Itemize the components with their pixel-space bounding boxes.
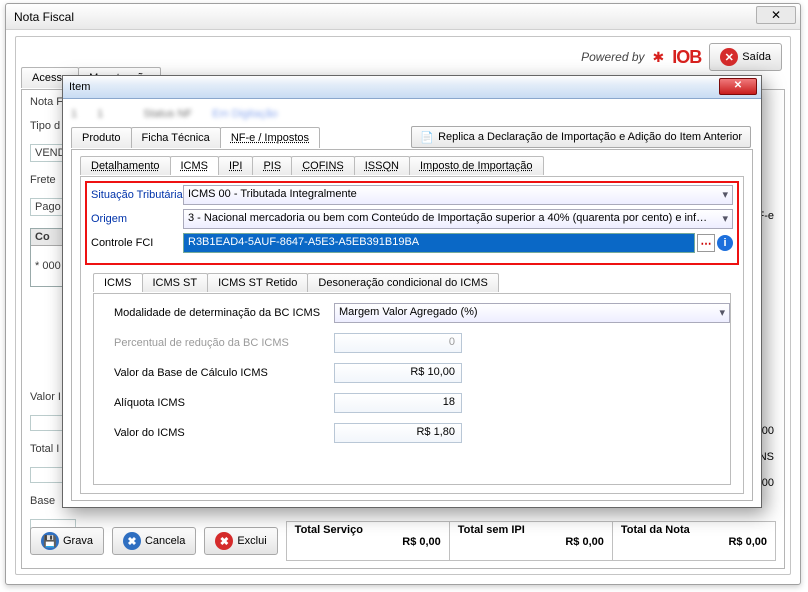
bg-grid-row: 000 [42,260,60,272]
base-calculo-input[interactable]: R$ 10,00 [334,363,462,383]
subtab-cofins[interactable]: COFINS [291,156,355,175]
dialog-titlebar: Item ✕ [63,76,761,99]
subtab-pis[interactable]: PIS [252,156,292,175]
dialog-blurred-header: 1 1 Status NF Em Digitação [71,105,753,123]
brand-logo: IOB [672,47,701,68]
exit-button[interactable]: ✕ Saída [709,43,782,71]
origem-combo[interactable]: 3 - Nacional mercadoria ou bem com Conte… [183,209,733,229]
totals-panel: Total ServiçoR$ 0,00 Total sem IPIR$ 0,0… [286,521,776,561]
cancel-icon: ✖ [123,532,141,550]
tax-subtabs: Detalhamento ICMS IPI PIS COFINS ISSQN I… [80,156,543,175]
base-calculo-label: Valor da Base de Cálculo ICMS [114,367,334,379]
controle-fci-label: Controle FCI [91,237,183,249]
total-semipi-value: R$ 0,00 [458,536,604,548]
origem-label: Origem [91,213,183,225]
controle-fci-input[interactable]: R3B1EAD4-5AUF-8647-A5E3-A5EB391B19BA [183,233,695,253]
dialog-title: Item [69,81,90,93]
innertab-icms-st[interactable]: ICMS ST [142,273,209,292]
window-close-button[interactable]: ✕ [756,6,796,24]
delete-label: Exclui [237,535,266,547]
delete-icon: ✖ [215,532,233,550]
total-servico-label: Total Serviço [295,524,441,536]
total-nota-label: Total da Nota [621,524,767,536]
icms-inner-tabs: ICMS ICMS ST ICMS ST Retido Desoneração … [93,273,498,292]
valor-icms-label: Valor do ICMS [114,427,334,439]
subtab-icms[interactable]: ICMS [170,156,220,175]
window-title: Nota Fiscal [14,10,74,24]
subtab-detalhamento[interactable]: Detalhamento [80,156,171,175]
copy-icon: 📄 [420,131,434,144]
save-button[interactable]: 💾 Grava [30,527,104,555]
replica-label: Replica a Declaração de Importação e Adi… [438,131,742,143]
modalidade-bc-label: Modalidade de determinação da BC ICMS [114,307,334,319]
modalidade-bc-combo[interactable]: Margem Valor Agregado (%) [334,303,730,323]
info-icon[interactable]: i [717,235,733,251]
innertab-icms-st-retido[interactable]: ICMS ST Retido [207,273,308,292]
cancel-button[interactable]: ✖ Cancela [112,527,196,555]
highlighted-frame: Situação Tributária ICMS 00 - Tributada … [85,181,739,265]
perc-reducao-label: Percentual de redução da BC ICMS [114,337,334,349]
item-dialog: Item ✕ 1 1 Status NF Em Digitação Produt… [62,75,762,508]
fci-lookup-button[interactable]: ⋯ [697,234,715,252]
subtab-imposto-importacao[interactable]: Imposto de Importação [409,156,544,175]
perc-reducao-input[interactable]: 0 [334,333,462,353]
situacao-tributaria-label: Situação Tributária [91,189,183,201]
exit-label: Saída [742,51,771,63]
item-tab-body: Detalhamento ICMS IPI PIS COFINS ISSQN I… [71,149,753,501]
total-servico-value: R$ 0,00 [295,536,441,548]
aliquota-label: Alíquota ICMS [114,397,334,409]
total-semipi-label: Total sem IPI [458,524,604,536]
item-tabstrip: Produto Ficha Técnica NF-e / Impostos [71,127,319,148]
cancel-label: Cancela [145,535,185,547]
subtab-issqn[interactable]: ISSQN [354,156,410,175]
delete-button[interactable]: ✖ Exclui [204,527,277,555]
icms-panel: Situação Tributária ICMS 00 - Tributada … [80,176,744,494]
exit-icon: ✕ [720,48,738,66]
save-label: Grava [63,535,93,547]
tab-produto[interactable]: Produto [71,127,132,148]
aliquota-input[interactable]: 18 [334,393,462,413]
subtab-ipi[interactable]: IPI [218,156,253,175]
save-icon: 💾 [41,532,59,550]
titlebar: Nota Fiscal ✕ [6,4,800,30]
dialog-close-button[interactable]: ✕ [719,78,757,95]
tab-ficha-tecnica[interactable]: Ficha Técnica [131,127,221,148]
total-nota-value: R$ 0,00 [621,536,767,548]
valor-icms-input[interactable]: R$ 1,80 [334,423,462,443]
tab-nfe-impostos[interactable]: NF-e / Impostos [220,127,320,148]
icms-inner-body: Modalidade de determinação da BC ICMS Ma… [93,293,731,485]
brand-star-icon: ✱ [653,49,665,66]
situacao-tributaria-combo[interactable]: ICMS 00 - Tributada Integralmente [183,185,733,205]
innertab-desoneracao[interactable]: Desoneração condicional do ICMS [307,273,498,292]
innertab-icms[interactable]: ICMS [93,273,143,292]
powered-by-label: Powered by [581,50,644,64]
replica-button[interactable]: 📄 Replica a Declaração de Importação e A… [411,126,751,148]
